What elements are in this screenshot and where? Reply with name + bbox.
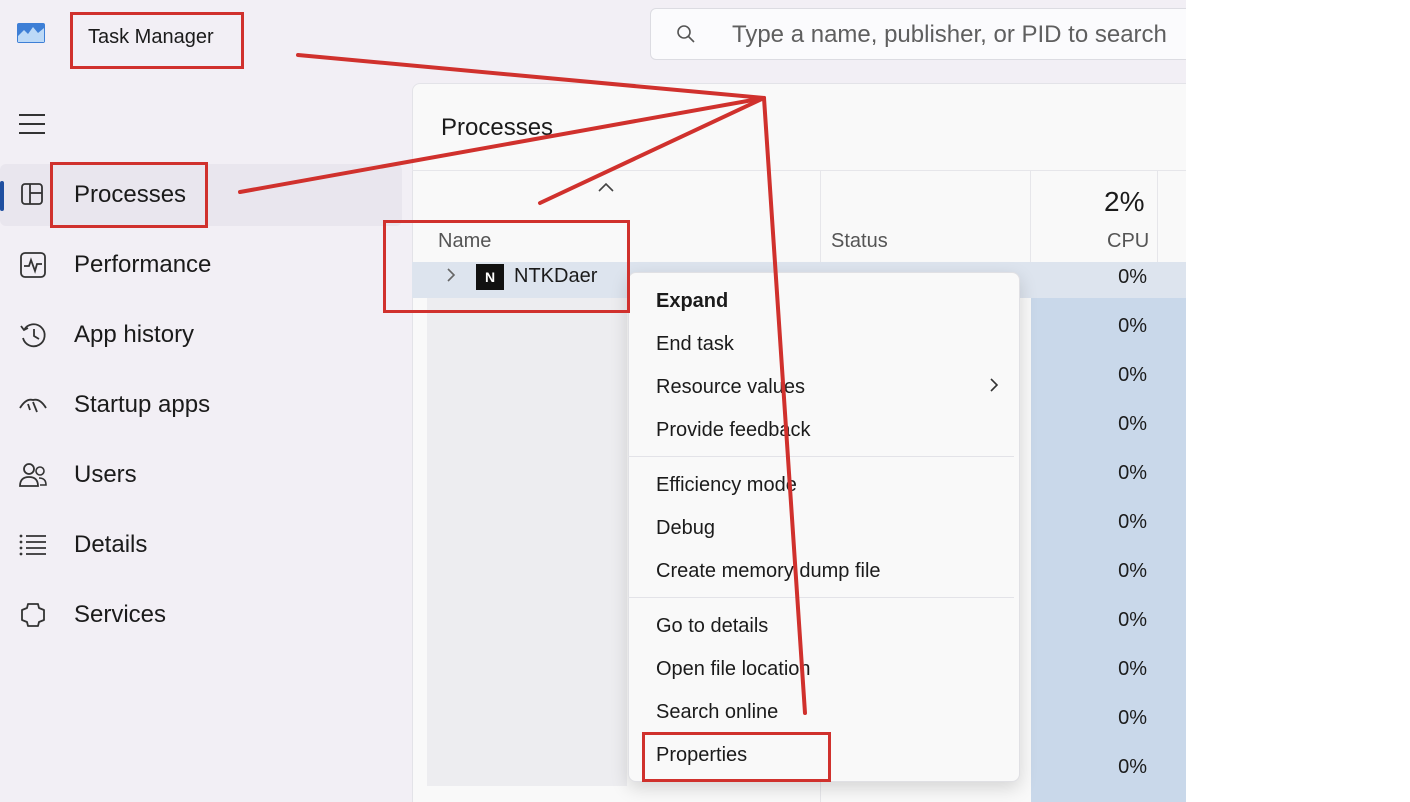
menu-item-debug[interactable]: Debug [656, 517, 715, 540]
cpu-total-percent: 2% [1104, 186, 1145, 217]
hamburger-menu-icon[interactable] [18, 112, 46, 136]
search-placeholder[interactable]: Type a name, publisher, or PID to search [732, 21, 1167, 49]
search-icon [676, 24, 698, 46]
menu-separator [628, 456, 1014, 457]
annotation-box-processes [50, 162, 208, 228]
app-history-icon [18, 320, 48, 350]
sidebar-item-label: Services [74, 601, 167, 628]
menu-separator [628, 597, 1014, 598]
cpu-value: 0% [1118, 315, 1147, 337]
cpu-value: 0% [1118, 756, 1147, 778]
annotation-box-task-manager [70, 12, 244, 69]
cpu-value: 0% [1118, 707, 1147, 729]
sidebar-item-services[interactable] [0, 584, 402, 646]
menu-item-open-file-location[interactable]: Open file location [656, 658, 811, 681]
annotation-box-name-column [383, 220, 630, 313]
sidebar-item-users[interactable] [0, 444, 402, 506]
menu-item-resource-values[interactable]: Resource values [656, 376, 805, 399]
cpu-value: 0% [1118, 658, 1147, 680]
sidebar-item-label: Performance [74, 251, 212, 278]
menu-item-provide-feedback[interactable]: Provide feedback [656, 419, 811, 442]
cpu-value: 0% [1118, 413, 1147, 435]
cpu-value: 0% [1118, 609, 1147, 631]
sidebar-item-label: Startup apps [74, 391, 211, 418]
sidebar-item-label: Users [74, 461, 137, 488]
performance-icon [18, 250, 48, 280]
task-manager-app-icon [16, 22, 46, 44]
sidebar-item-label: App history [74, 321, 195, 348]
menu-item-search-online[interactable]: Search online [656, 701, 778, 724]
details-icon [18, 530, 48, 560]
cpu-value: 0% [1118, 364, 1147, 386]
sidebar-item-details[interactable] [0, 514, 402, 576]
processes-icon [18, 180, 48, 210]
chevron-right-icon [988, 376, 1000, 394]
column-divider [1030, 170, 1031, 262]
active-indicator [0, 181, 4, 211]
menu-item-efficiency-mode[interactable]: Efficiency mode [656, 474, 797, 497]
page-title: Processes [441, 114, 554, 141]
startup-apps-icon [18, 390, 48, 420]
column-header-status[interactable]: Status [831, 230, 888, 253]
annotation-box-properties [642, 732, 831, 782]
cpu-value: 0% [1118, 560, 1147, 582]
task-manager-window: Task Manager Type a name, publisher, or … [0, 0, 1186, 802]
cpu-value: 0% [1118, 462, 1147, 484]
header-divider [412, 170, 1186, 171]
cpu-value: 0% [1118, 266, 1147, 288]
cpu-value: 0% [1118, 511, 1147, 533]
users-icon [18, 460, 48, 490]
sidebar-item-app-history[interactable] [0, 304, 402, 366]
menu-item-go-to-details[interactable]: Go to details [656, 615, 768, 638]
menu-item-end-task[interactable]: End task [656, 333, 734, 356]
menu-item-expand[interactable]: Expand [656, 290, 728, 313]
menu-item-create-memory-dump-file[interactable]: Create memory dump file [656, 560, 881, 583]
sort-ascending-icon[interactable] [597, 182, 615, 192]
process-list-area [427, 262, 627, 786]
services-icon [18, 600, 48, 630]
column-header-cpu[interactable]: CPU [1107, 230, 1149, 253]
sidebar-item-label: Details [74, 531, 148, 558]
